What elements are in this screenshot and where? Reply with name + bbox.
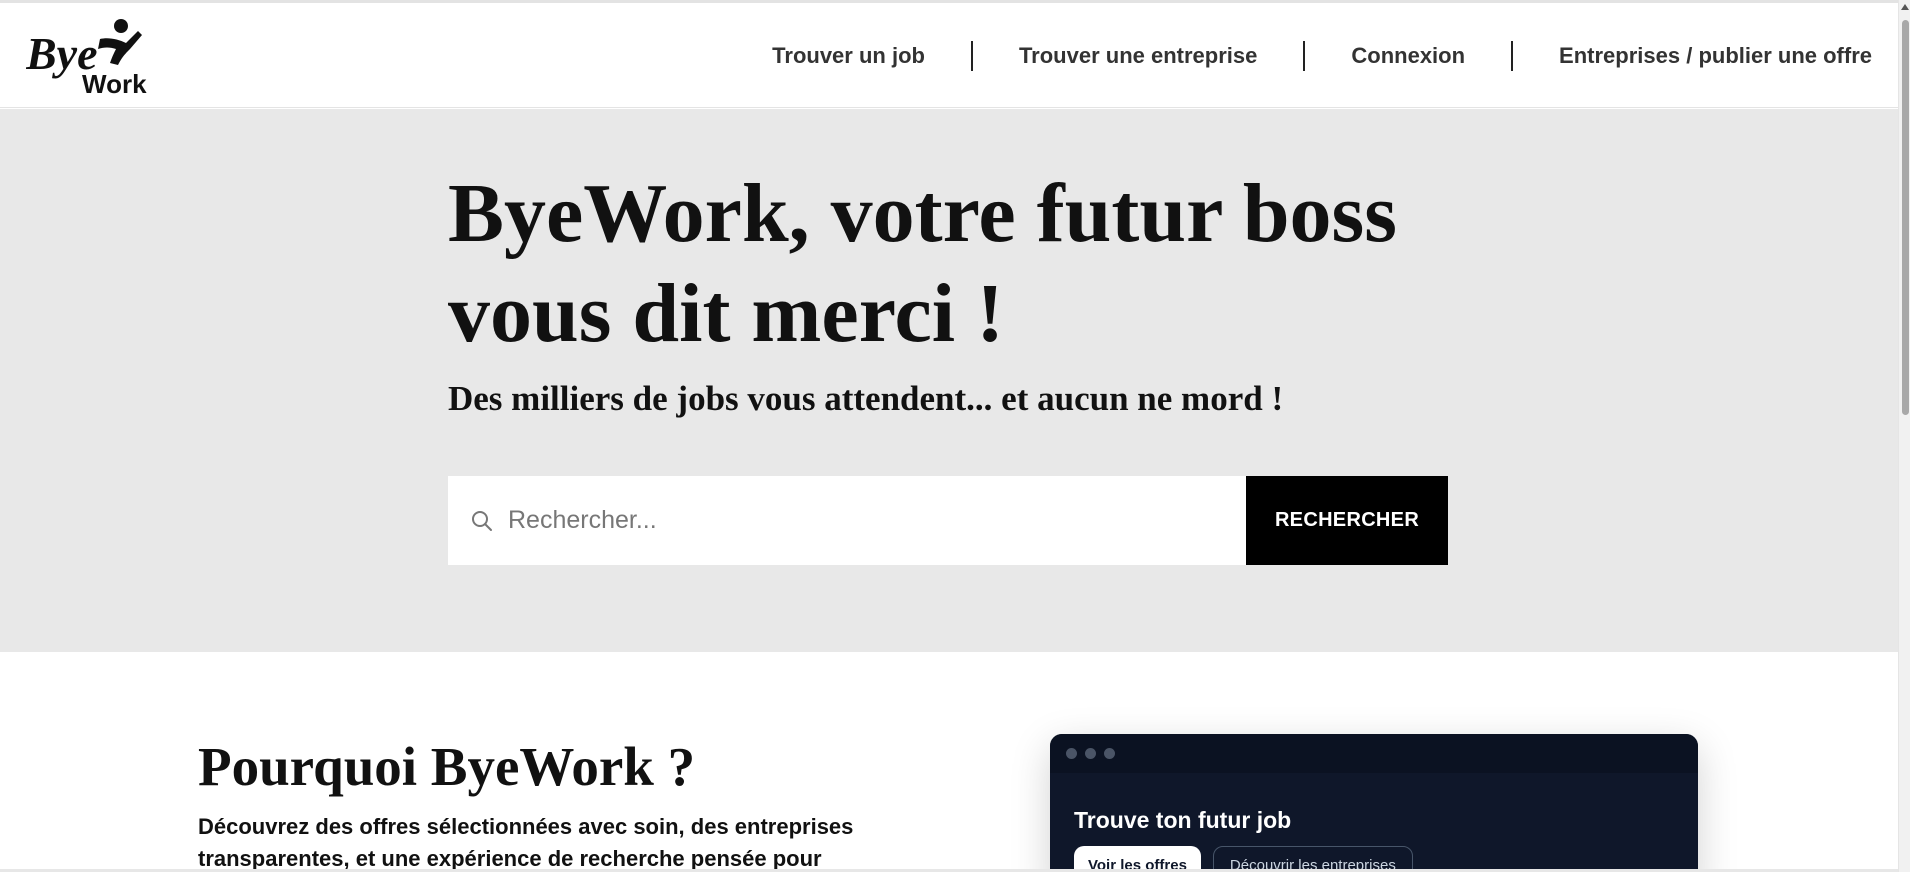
search-icon — [472, 510, 492, 531]
app-preview-card: Trouve ton futur job Voir les offres Déc… — [1050, 734, 1698, 872]
window-bar — [1050, 734, 1698, 773]
nav-find-job[interactable]: Trouver un job — [772, 43, 925, 69]
why-text: Découvrez des offres sélectionnées avec … — [198, 814, 854, 871]
hero-section: ByeWork, votre futur boss vous dit merci… — [0, 109, 1898, 652]
hero-title-line1: ByeWork, votre futur boss — [448, 167, 1397, 260]
svg-text:Work: Work — [82, 69, 147, 97]
search-input[interactable] — [508, 506, 1208, 535]
search-field[interactable] — [448, 476, 1246, 565]
why-title: Pourquoi ByeWork ? — [198, 736, 696, 797]
hero-subtitle: Des milliers de jobs vous attendent... e… — [448, 379, 1284, 418]
card-title: Trouve ton futur job — [1074, 807, 1292, 833]
window-dot — [1066, 748, 1077, 759]
hero-title: ByeWork, votre futur boss vous dit merci… — [448, 164, 1448, 364]
byework-logo-icon[interactable]: Bye Work — [25, 17, 151, 99]
why-section: Pourquoi ByeWork ? Découvrez des offres … — [198, 735, 853, 871]
nav-login[interactable]: Connexion — [1351, 43, 1465, 69]
site-header: Bye Work Trouver un job Trouver une entr… — [0, 3, 1898, 108]
nav-separator — [1511, 40, 1514, 71]
window-dot — [1104, 748, 1115, 759]
nav-separator — [970, 40, 973, 71]
search-button[interactable]: RECHERCHER — [1246, 476, 1448, 565]
nav-find-company[interactable]: Trouver une entreprise — [1019, 43, 1257, 69]
nav-separator — [1303, 40, 1306, 71]
scroll-up-arrow-icon[interactable] — [1901, 4, 1909, 10]
hero-title-line2: vous dit merci ! — [448, 267, 1005, 360]
logo-graphic: Bye Work — [25, 19, 147, 99]
window-dot — [1085, 748, 1096, 759]
scrollbar-thumb[interactable] — [1902, 20, 1909, 415]
vertical-scrollbar[interactable] — [1898, 0, 1910, 872]
main-nav: Trouver un job Trouver une entreprise Co… — [772, 3, 1872, 108]
nav-companies-post-offer[interactable]: Entreprises / publier une offre — [1559, 43, 1872, 69]
search-form: RECHERCHER — [448, 476, 1448, 565]
